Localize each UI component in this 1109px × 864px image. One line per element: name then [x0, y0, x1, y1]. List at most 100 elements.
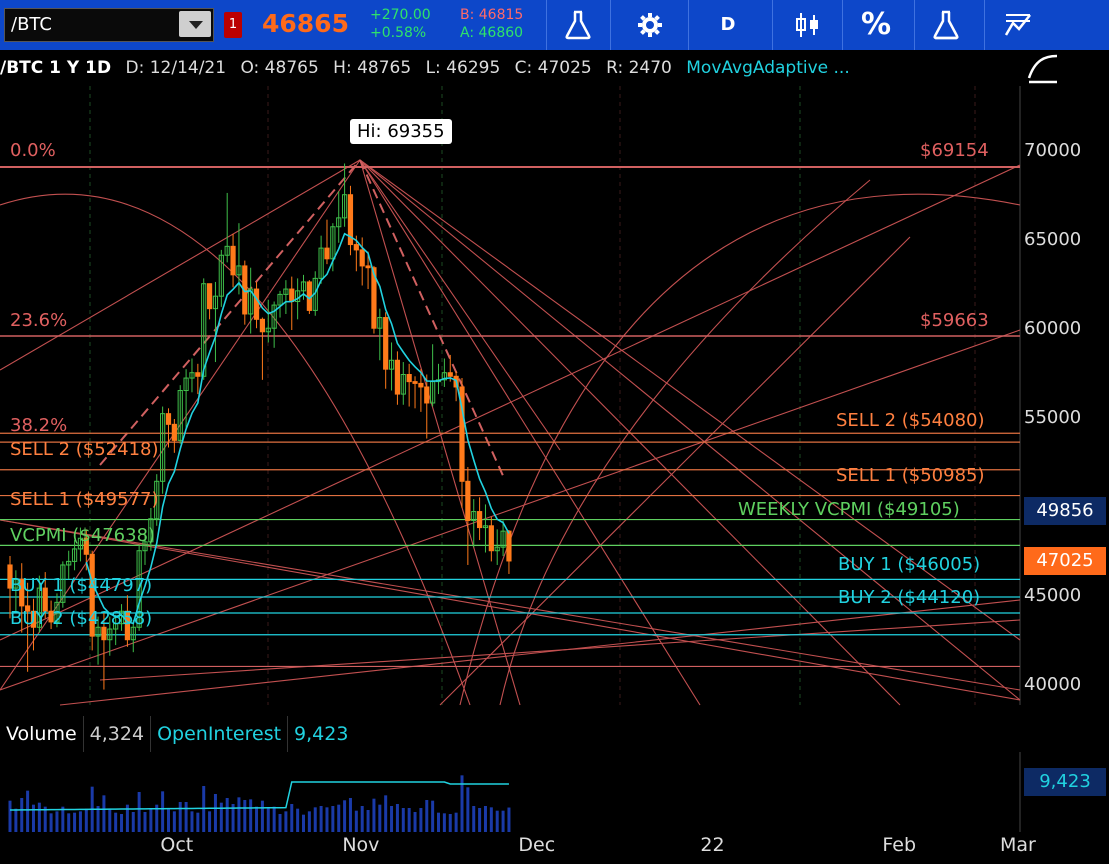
toolbar-divider: [984, 0, 985, 50]
gear-icon[interactable]: [620, 0, 680, 50]
symbol-input[interactable]: /BTC: [4, 8, 214, 42]
candle-body: [259, 318, 266, 333]
candle-body: [359, 249, 365, 267]
level-annotation: VCPMI ($47638): [10, 525, 155, 546]
high-tooltip: Hi: 69355: [350, 119, 452, 144]
volume-chart[interactable]: [0, 752, 1109, 832]
candlestick-icon[interactable]: [778, 0, 838, 50]
net-change: +270.00 +0.58%: [370, 6, 431, 42]
price-chart[interactable]: 0.0% $69154 23.6% $59663 38.2% SELL 2 ($52418…: [0, 86, 1109, 716]
open-interest-tag: 9,423: [1024, 768, 1106, 796]
bid-ask: B: 46815 A: 46860: [460, 6, 523, 42]
level-annotation: SELL 1 ($50985): [836, 465, 985, 486]
net-change-percent: +0.58%: [370, 25, 427, 41]
level-annotation: BUY 2 ($42858): [10, 608, 152, 629]
study-label[interactable]: MovAvgAdaptive ...: [686, 58, 849, 78]
level-annotation: 38.2%: [10, 415, 67, 436]
studies-flask-icon[interactable]: [916, 0, 976, 50]
level-annotation: SELL 2 ($54080): [836, 410, 985, 431]
price-axis-tick: 65000: [1024, 229, 1082, 250]
level-annotation: WEEKLY VCPMI ($49105): [738, 499, 960, 520]
price-axis-tick: 45000: [1024, 585, 1082, 606]
candle-body: [477, 511, 483, 529]
ask-price: A: 46860: [460, 25, 524, 41]
time-axis-label: Nov: [342, 834, 380, 856]
candle-body: [488, 525, 494, 552]
level-annotation: BUY 2 ($44120): [838, 587, 980, 608]
drawing-style-icon[interactable]: [1025, 52, 1061, 86]
symbol-text[interactable]: /BTC: [11, 14, 52, 35]
toolbar-divider: [772, 0, 773, 50]
flask-icon[interactable]: [548, 0, 608, 50]
candle-body: [412, 381, 418, 384]
price-axis-tick: 70000: [1024, 140, 1082, 161]
time-axis-label: 22: [700, 834, 725, 856]
bar-low: L: 46295: [425, 58, 501, 78]
candle-body: [447, 372, 453, 377]
bar-range: R: 2470: [606, 58, 672, 78]
candle-body: [289, 288, 295, 303]
toolbar-divider: [546, 0, 547, 50]
open-interest-value: 9,423: [294, 723, 349, 745]
toolbar-divider: [842, 0, 843, 50]
level-annotation: $59663: [920, 310, 989, 331]
toolbar-divider: [610, 0, 611, 50]
volume-bars: [0, 752, 1021, 832]
candle-body: [171, 423, 177, 441]
volume-value: 4,324: [84, 716, 152, 752]
level-annotation: 23.6%: [10, 310, 67, 331]
candle-body: [406, 374, 412, 383]
candle-body: [253, 288, 260, 320]
chart-grid: [0, 86, 1021, 705]
candle-body: [165, 413, 172, 425]
price-axis-tick: 60000: [1024, 318, 1082, 339]
level-annotation: SELL 1 ($49577): [10, 489, 159, 510]
last-price: 46865: [262, 9, 349, 38]
symbol-dropdown-button[interactable]: [179, 11, 211, 37]
bar-high: H: 48765: [333, 58, 412, 78]
drawing-tools-icon[interactable]: [988, 0, 1048, 50]
current-price-tag: 47025: [1024, 546, 1106, 575]
candle-body: [383, 317, 389, 370]
high-tooltip-text: Hi: 69355: [357, 121, 445, 142]
toolbar-divider: [688, 0, 689, 50]
time-axis-label: Oct: [160, 834, 194, 856]
candle-body: [424, 386, 430, 404]
level-annotation: 0.0%: [10, 140, 56, 161]
level-annotation: $69154: [920, 140, 989, 161]
volume-label: Volume: [0, 716, 84, 752]
toolbar-divider: [914, 0, 915, 50]
candle-body: [230, 245, 236, 276]
candle-body: [353, 244, 359, 251]
time-axis-label: Mar: [1000, 834, 1036, 856]
level-annotation: BUY 1 ($46005): [838, 554, 980, 575]
level-annotation: SELL 2 ($52418): [10, 439, 159, 460]
price-axis-tick: 55000: [1024, 407, 1082, 428]
net-change-value: +270.00: [370, 7, 431, 23]
time-axis-label: Dec: [518, 834, 556, 856]
bid-price: B: 46815: [460, 7, 524, 23]
bar-close: C: 47025: [514, 58, 592, 78]
toolbar: /BTC 1 46865 +270.00 +0.58% B: 46815 A: …: [0, 0, 1109, 50]
candle-body: [206, 283, 213, 310]
symbol-period[interactable]: /BTC 1 Y 1D: [0, 58, 111, 78]
aggregation-button[interactable]: D: [698, 0, 758, 50]
bar-date: D: 12/14/21: [125, 58, 227, 78]
candle-body: [324, 247, 330, 260]
candle-body: [101, 626, 107, 641]
time-axis-label: Feb: [882, 834, 916, 856]
volume-panel-header: Volume 4,324 OpenInterest 9,423: [0, 716, 1020, 752]
candle-body: [418, 382, 424, 388]
open-interest-label: OpenInterest: [151, 716, 289, 752]
candle-body: [394, 359, 401, 395]
chart-info-bar: /BTC 1 Y 1D D: 12/14/21 O: 48765 H: 4876…: [0, 50, 1020, 86]
plot-background: [0, 86, 1020, 705]
candle-body: [195, 372, 201, 377]
candle-body: [506, 530, 512, 562]
alert-badge[interactable]: 1: [224, 12, 242, 38]
candle-body: [365, 265, 371, 269]
level-annotation: BUY 1 ($44797): [10, 575, 152, 596]
bar-open: O: 48765: [240, 58, 319, 78]
percent-button[interactable]: %: [846, 0, 906, 50]
weekly-vcpmi-price-tag: 49856: [1024, 496, 1106, 525]
